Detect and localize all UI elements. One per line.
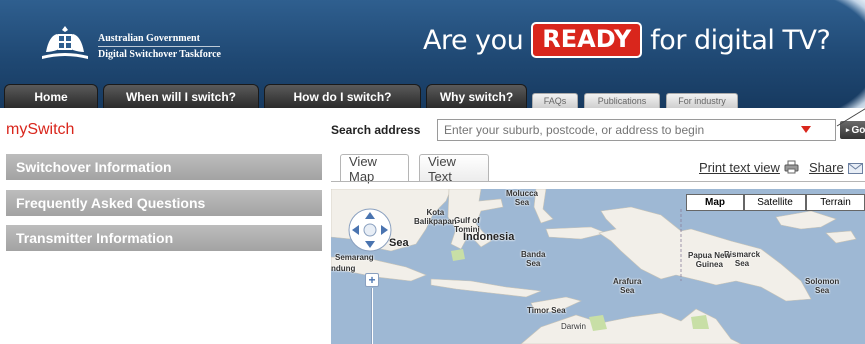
sidebar-item-transmitter-information[interactable]: Transmitter Information [6, 225, 322, 251]
nav-tab-when-will-i-switch[interactable]: When will I switch? [103, 84, 259, 108]
map-label-timor-sea: Timor Sea [527, 306, 566, 315]
gov-divider [98, 46, 220, 47]
main-navigation: Home When will I switch? How do I switch… [4, 80, 744, 108]
myswitch-title: mySwitch [6, 121, 75, 138]
map-label-darwin: Darwin [561, 322, 586, 331]
gov-line-2: Digital Switchover Taskforce [98, 49, 221, 60]
subnav-tab-for-industry[interactable]: For industry [666, 93, 738, 108]
nav-tab-home[interactable]: Home [4, 84, 98, 108]
printer-icon[interactable] [784, 160, 799, 174]
ready-badge: READY [531, 22, 643, 58]
map-label-kota-balikpapan: Kota Balikpapan [414, 208, 457, 226]
tab-view-text[interactable]: View Text [419, 154, 489, 184]
government-logo-text: Australian Government Digital Switchover… [98, 32, 221, 61]
campaign-tagline: Are you READY for digital TV? [423, 22, 831, 58]
dropdown-arrow-icon[interactable] [801, 126, 811, 133]
nav-tab-how-do-i-switch[interactable]: How do I switch? [264, 84, 421, 108]
sidebar-item-faq[interactable]: Frequently Asked Questions [6, 190, 322, 216]
map-label-indonesia: Indonesia [463, 231, 515, 243]
header-banner: Australian Government Digital Switchover… [0, 0, 865, 108]
map-label-papua-new-guinea: Papua New Guinea [688, 251, 731, 269]
zoom-slider-track[interactable] [371, 288, 373, 344]
map-label-semarang: Semarang [335, 253, 374, 262]
gov-line-1: Australian Government [98, 33, 200, 44]
zoom-in-icon[interactable]: + [365, 273, 379, 287]
tagline-before: Are you [423, 24, 524, 56]
pan-control-icon[interactable] [347, 207, 393, 253]
tab-bar-divider [331, 181, 865, 182]
search-address-label: Search address [331, 123, 421, 137]
map-label-arafura-sea: Arafura Sea [613, 277, 642, 295]
callout-pointer-line [836, 108, 865, 127]
map-type-terrain-button[interactable]: Terrain [806, 194, 865, 211]
map-landmass-layer [331, 189, 857, 344]
print-text-view-link[interactable]: Print text view [699, 160, 780, 175]
map-label-bandung: ndung [331, 264, 356, 273]
map-label-banda-sea: Banda Sea [521, 250, 546, 268]
nav-tab-why-switch[interactable]: Why switch? [426, 84, 527, 108]
share-link[interactable]: Share [809, 160, 844, 175]
google-map[interactable]: Gulf of Tomini Molucca Sea Kota Balikpap… [331, 189, 865, 344]
map-label-solomon-sea: Solomon Sea [805, 277, 840, 295]
tab-view-map[interactable]: View Map [340, 154, 409, 184]
sidebar-item-switchover-information[interactable]: Switchover Information [6, 154, 322, 180]
search-address-input[interactable] [437, 119, 836, 141]
subnav-tab-publications[interactable]: Publications [584, 93, 660, 108]
map-type-map-button[interactable]: Map [686, 194, 744, 211]
map-label-molucca-sea: Molucca Sea [506, 189, 539, 207]
tagline-after: for digital TV? [650, 24, 831, 56]
mail-icon[interactable] [848, 163, 863, 174]
coat-of-arms-icon [42, 26, 88, 59]
subnav-tab-faqs[interactable]: FAQs [532, 93, 578, 108]
map-type-satellite-button[interactable]: Satellite [744, 194, 806, 211]
